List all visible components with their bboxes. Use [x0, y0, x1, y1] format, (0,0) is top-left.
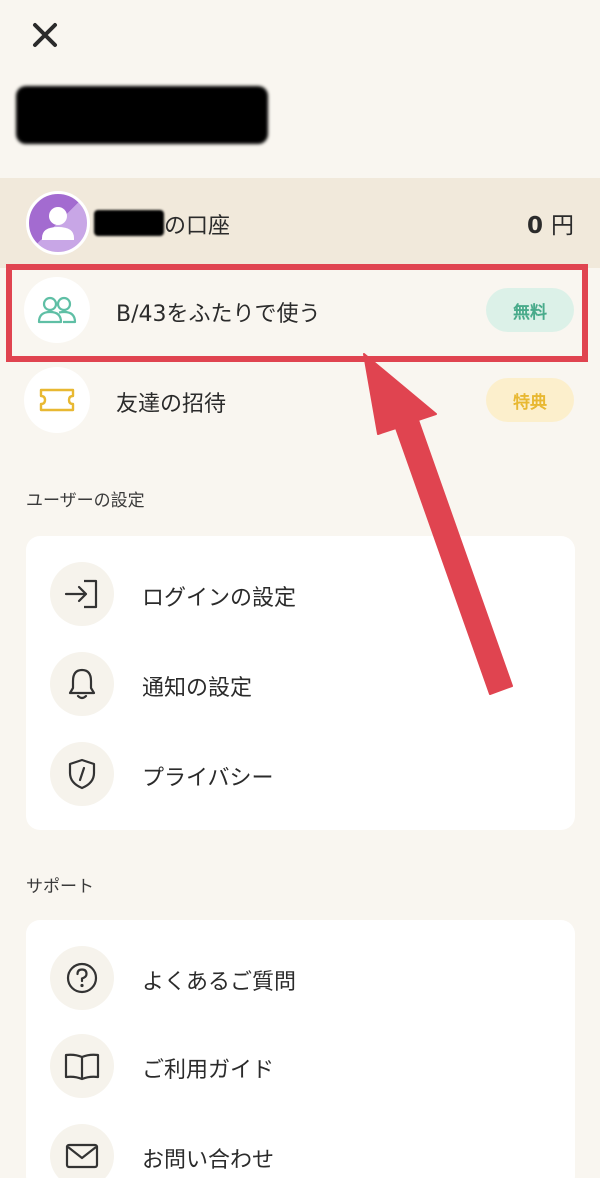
promo-label: 友達の招待	[116, 392, 227, 417]
menu-icon-container	[50, 562, 114, 626]
menu-item-usage-guide[interactable]: ご利用ガイド	[26, 1026, 575, 1106]
menu-icon-container	[50, 1034, 114, 1098]
menu-item-faq[interactable]: よくあるご質問	[26, 938, 575, 1018]
invite-friends-item[interactable]: 友達の招待 特典	[0, 358, 600, 446]
close-button[interactable]	[28, 20, 62, 54]
user-icon	[42, 207, 74, 240]
ticket-icon	[39, 388, 75, 412]
login-icon	[64, 579, 98, 609]
book-icon	[64, 1053, 100, 1081]
mail-icon	[65, 1143, 99, 1169]
menu-label: プライバシー	[142, 766, 274, 791]
support-card: よくあるご質問 ご利用ガイド お問い合わせ	[26, 920, 575, 1178]
account-row[interactable]: の口座 0円	[0, 178, 600, 268]
menu-label: 通知の設定	[142, 676, 253, 701]
account-amount: 0	[526, 213, 543, 239]
user-settings-card: ログインの設定 通知の設定 プライバシー	[26, 536, 575, 830]
menu-label: よくあるご質問	[142, 970, 297, 995]
avatar	[26, 191, 90, 255]
redacted-account-owner	[94, 210, 164, 236]
section-title-user-settings: ユーザーの設定	[26, 491, 145, 511]
menu-item-privacy[interactable]: プライバシー	[26, 734, 575, 814]
menu-icon-container	[50, 652, 114, 716]
menu-icon-container	[50, 1124, 114, 1178]
menu-icon-container	[50, 742, 114, 806]
share-with-partner-item[interactable]: B/43をふたりで使う 無料	[0, 268, 600, 356]
menu-label: ご利用ガイド	[142, 1058, 275, 1083]
promo-icon-container	[24, 277, 90, 343]
section-title-support: サポート	[26, 877, 94, 897]
promo-label: B/43をふたりで使う	[116, 302, 321, 327]
menu-label: ログインの設定	[142, 586, 297, 611]
account-currency: 円	[551, 213, 574, 239]
bell-icon	[68, 668, 96, 700]
perk-badge: 特典	[486, 378, 574, 422]
menu-item-contact[interactable]: お問い合わせ	[26, 1116, 575, 1178]
menu-item-notification-settings[interactable]: 通知の設定	[26, 644, 575, 724]
free-badge: 無料	[486, 288, 574, 332]
shield-icon	[68, 758, 96, 790]
account-balance: 0円	[527, 206, 574, 240]
menu-icon-container	[50, 946, 114, 1010]
redacted-user-name	[16, 86, 268, 144]
account-label: の口座	[164, 214, 231, 239]
menu-item-login-settings[interactable]: ログインの設定	[26, 554, 575, 634]
menu-label: お問い合わせ	[142, 1148, 275, 1173]
promo-icon-container	[24, 367, 90, 433]
close-icon	[31, 21, 59, 53]
question-icon	[66, 962, 98, 994]
two-people-icon	[37, 296, 77, 324]
